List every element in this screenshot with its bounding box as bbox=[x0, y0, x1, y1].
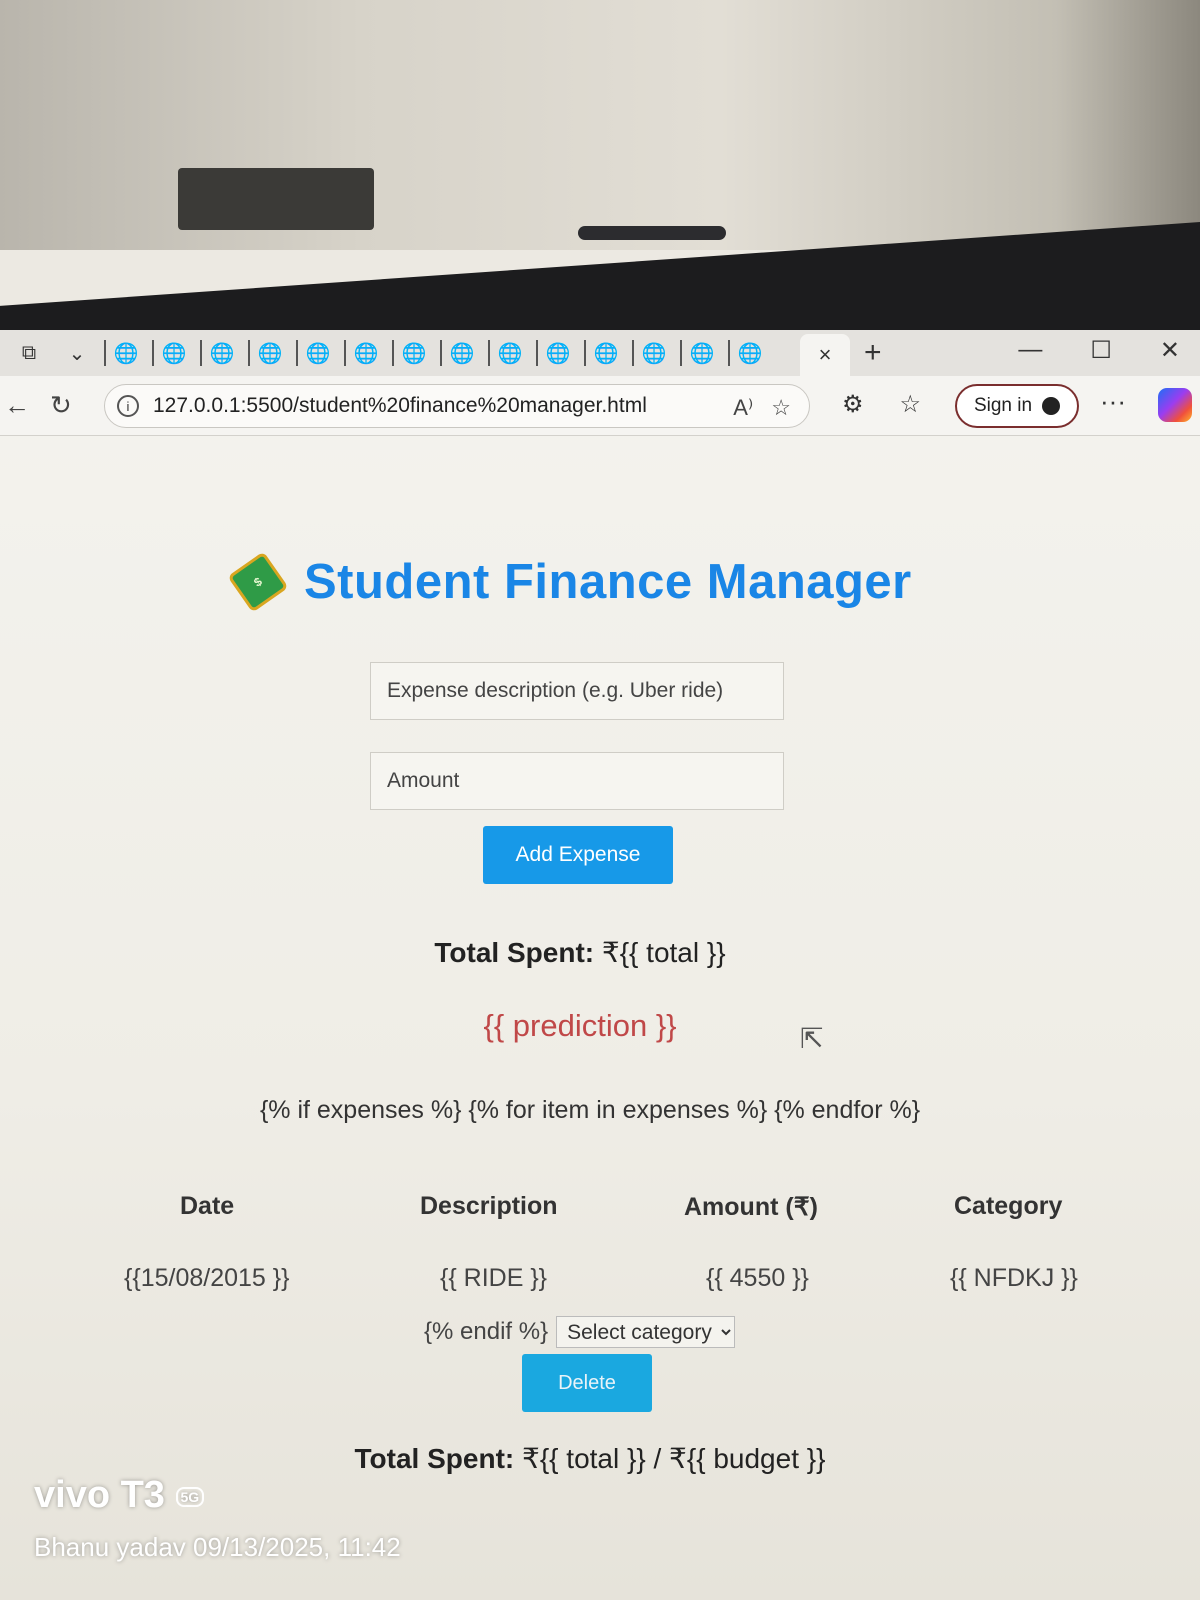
endif-row: {% endif %} Select category bbox=[424, 1316, 736, 1348]
camera-watermark-brand: vivo T3 5G bbox=[34, 1474, 205, 1517]
new-tab-button[interactable]: + bbox=[864, 336, 882, 370]
laptop-screen: ⧉ ⌄ 🌐 🌐 🌐 🌐 🌐 🌐 🌐 🌐 🌐 🌐 🌐 🌐 🌐 🌐 × + — ☐ ✕ ← ↻ i 127.0… bbox=[0, 330, 1200, 1600]
active-tab[interactable]: × bbox=[800, 334, 850, 376]
tab-globe-icon[interactable]: 🌐 bbox=[584, 340, 626, 366]
address-bar: ← ↻ i 127.0.0.1:5500/student%20finance%2… bbox=[0, 376, 1200, 436]
header-description: Description bbox=[420, 1192, 558, 1220]
favorites-icon[interactable]: ☆ bbox=[900, 390, 922, 419]
money-icon: $ bbox=[227, 551, 289, 613]
category-select[interactable]: Select category bbox=[556, 1316, 736, 1348]
background-device bbox=[178, 168, 374, 230]
workspaces-icon[interactable]: ⧉ bbox=[8, 340, 50, 366]
url-field[interactable]: i 127.0.0.1:5500/student%20finance%20man… bbox=[104, 384, 810, 428]
tab-globe-icon[interactable]: 🌐 bbox=[392, 340, 434, 366]
close-window-icon[interactable]: ✕ bbox=[1160, 336, 1180, 365]
more-menu-icon[interactable]: ··· bbox=[1100, 386, 1126, 417]
header-amount: Amount (₹) bbox=[684, 1193, 818, 1221]
tab-globe-icon[interactable]: 🌐 bbox=[488, 340, 530, 366]
extensions-icon[interactable]: ⚙ bbox=[842, 390, 864, 419]
maximize-icon[interactable]: ☐ bbox=[1090, 336, 1112, 365]
title-text: Student Finance Manager bbox=[304, 555, 912, 609]
toolbar-icons: ⚙ ☆ bbox=[842, 390, 921, 419]
description-input[interactable] bbox=[370, 662, 784, 720]
tab-list-chevron-icon[interactable]: ⌄ bbox=[56, 340, 98, 366]
cell-date: {{15/08/2015 }} bbox=[124, 1264, 290, 1292]
url-text: 127.0.0.1:5500/student%20finance%20manag… bbox=[153, 394, 647, 417]
tab-globe-icon[interactable]: 🌐 bbox=[248, 340, 290, 366]
tab-globe-icon[interactable]: 🌐 bbox=[344, 340, 386, 366]
tab-globe-icon[interactable]: 🌐 bbox=[728, 340, 770, 366]
footer-total-label: Total Spent: bbox=[354, 1443, 515, 1474]
template-loop-text: {% if expenses %} {% for item in expense… bbox=[259, 1096, 921, 1124]
close-tab-icon[interactable]: × bbox=[819, 342, 832, 368]
url-actions: A⁾ ☆ bbox=[733, 395, 791, 421]
cell-description: {{ RIDE }} bbox=[440, 1264, 548, 1292]
endif-text: {% endif %} bbox=[424, 1318, 549, 1345]
page-title: $ Student Finance Manager bbox=[227, 551, 912, 613]
tab-globe-icon[interactable]: 🌐 bbox=[536, 340, 578, 366]
read-aloud-icon[interactable]: A⁾ bbox=[733, 395, 753, 421]
page-content: $ Student Finance Manager Add Expense To… bbox=[0, 436, 1200, 1600]
delete-button[interactable]: Delete bbox=[522, 1354, 652, 1412]
total-label: Total Spent: bbox=[434, 937, 595, 968]
reload-icon[interactable]: ↻ bbox=[50, 390, 72, 421]
window-controls: — ☐ ✕ bbox=[1018, 336, 1180, 365]
tab-globe-icon[interactable]: 🌐 bbox=[440, 340, 482, 366]
total-spent: Total Spent: ₹{{ total }} bbox=[0, 936, 1160, 969]
tab-bar: ⧉ ⌄ 🌐 🌐 🌐 🌐 🌐 🌐 🌐 🌐 🌐 🌐 🌐 🌐 🌐 🌐 × + — ☐ ✕ bbox=[0, 330, 1200, 376]
camera-watermark-meta: Bhanu yadav 09/13/2025, 11:42 bbox=[34, 1532, 401, 1562]
cell-amount: {{ 4550 }} bbox=[706, 1264, 809, 1292]
tab-globe-icon[interactable]: 🌐 bbox=[152, 340, 194, 366]
sign-in-label: Sign in bbox=[973, 395, 1033, 416]
add-expense-button[interactable]: Add Expense bbox=[483, 826, 673, 884]
tab-globe-icon[interactable]: 🌐 bbox=[296, 340, 338, 366]
avatar-icon bbox=[1042, 397, 1061, 415]
tab-globe-icon[interactable]: 🌐 bbox=[680, 340, 722, 366]
footer-total: Total Spent: ₹{{ total }} / ₹{{ budget }… bbox=[0, 1442, 1180, 1475]
header-date: Date bbox=[180, 1192, 235, 1220]
tab-globe-icon[interactable]: 🌐 bbox=[200, 340, 242, 366]
tab-globe-icon[interactable]: 🌐 bbox=[632, 340, 674, 366]
copilot-icon[interactable] bbox=[1158, 388, 1192, 422]
tab-globe-icon[interactable]: 🌐 bbox=[104, 340, 146, 366]
sign-in-button[interactable]: Sign in bbox=[955, 384, 1079, 428]
brand-text: vivo T3 bbox=[34, 1474, 165, 1516]
back-icon[interactable]: ← bbox=[4, 390, 30, 421]
tab-strip: ⧉ ⌄ 🌐 🌐 🌐 🌐 🌐 🌐 🌐 🌐 🌐 🌐 🌐 🌐 🌐 🌐 bbox=[8, 340, 770, 366]
amount-input[interactable] bbox=[370, 752, 784, 810]
minimize-icon[interactable]: — bbox=[1018, 336, 1042, 365]
mouse-cursor-icon: ⇱ bbox=[800, 1023, 824, 1054]
5g-badge: 5G bbox=[175, 1486, 205, 1507]
favorite-star-icon[interactable]: ☆ bbox=[771, 395, 791, 421]
footer-total-value: ₹{{ total }} / ₹{{ budget }} bbox=[522, 1443, 826, 1474]
webcam bbox=[578, 226, 726, 240]
prediction-text: {{ prediction }} bbox=[483, 1008, 677, 1043]
header-category: Category bbox=[954, 1192, 1063, 1220]
info-icon[interactable]: i bbox=[117, 395, 139, 417]
total-value: ₹{{ total }} bbox=[601, 937, 726, 968]
cell-category: {{ NFDKJ }} bbox=[950, 1264, 1078, 1292]
